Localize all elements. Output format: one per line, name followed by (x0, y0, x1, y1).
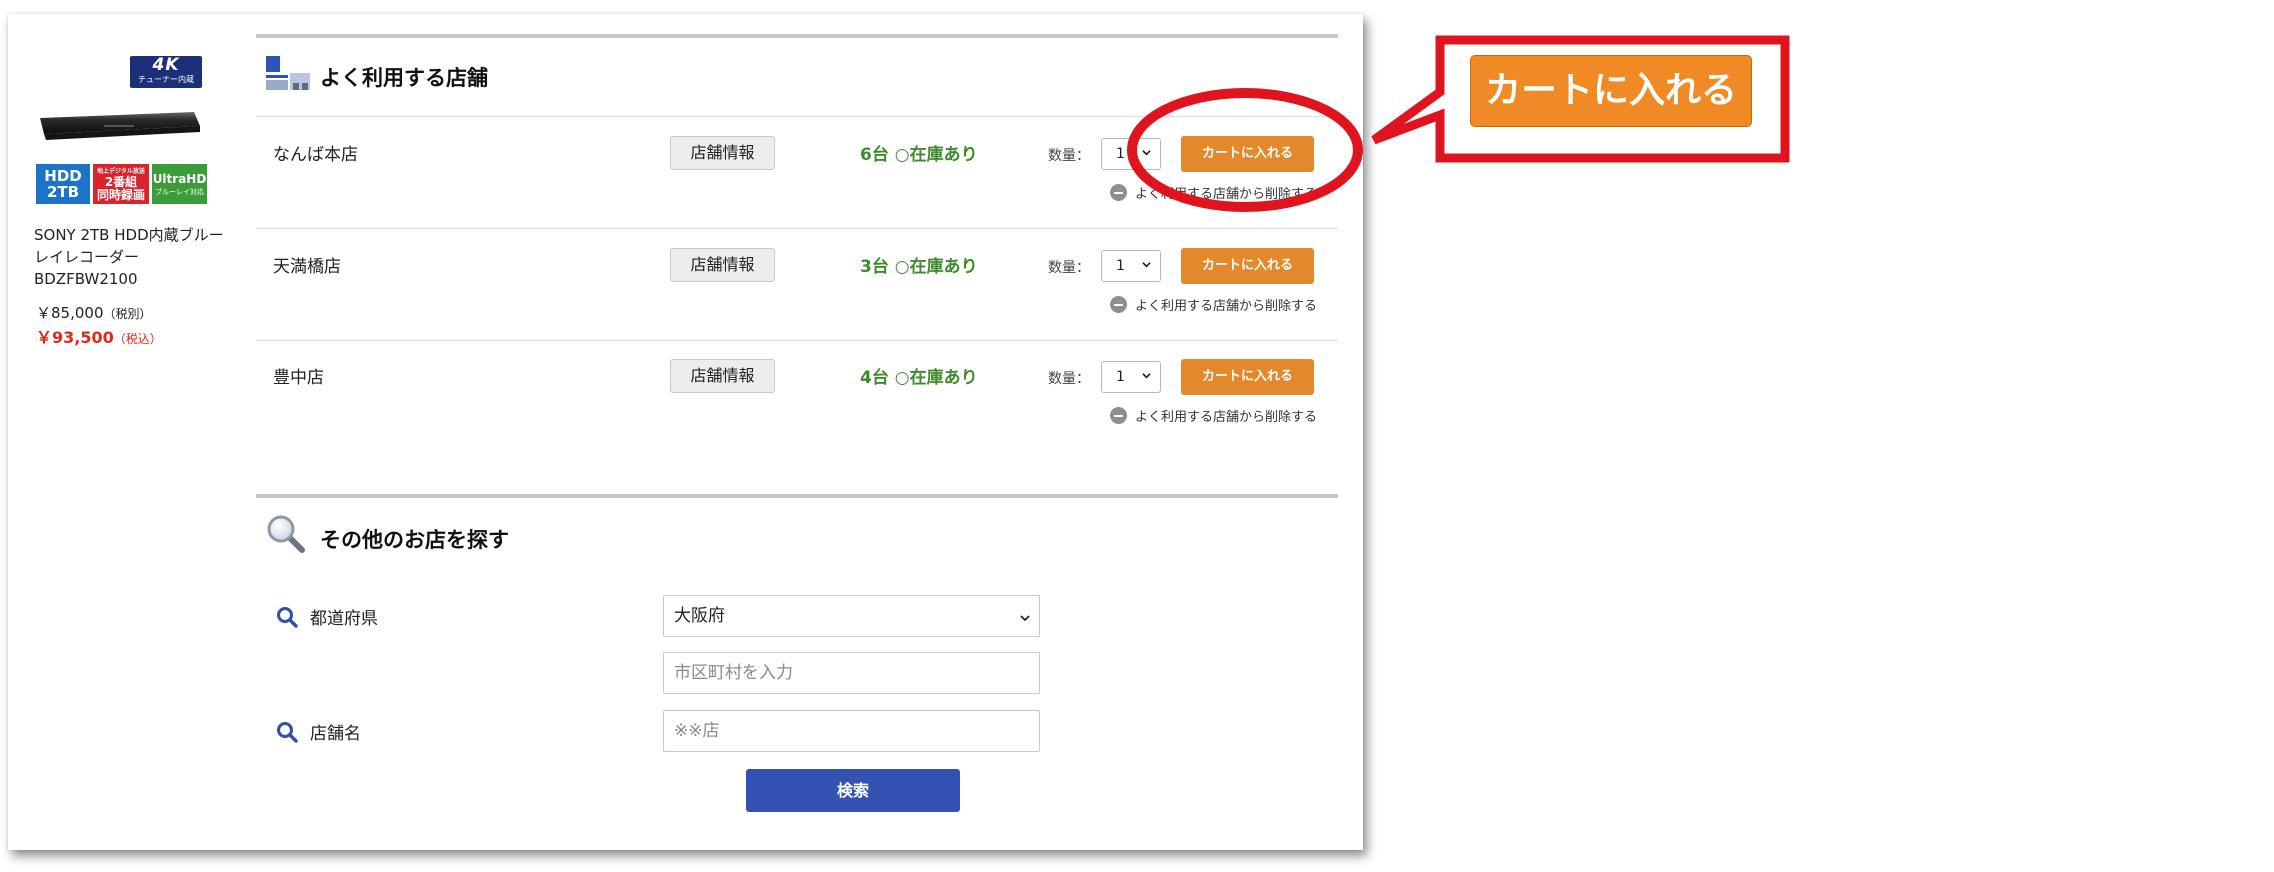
stock-status: 6台 ○在庫あり (860, 145, 978, 165)
store-name-namba: なんば本店 (273, 145, 358, 165)
favorite-stores-title: よく利用する店舗 (320, 66, 488, 90)
badge-ultrahd-bluray: UltraHD ブルーレイ対応 (152, 164, 207, 204)
search-icon (277, 606, 298, 628)
price-including-tax: ￥93,500（税込） (36, 328, 162, 347)
spec-badges: HDD 2TB 地上デジタル放送 2番組 同時録画 UltraHD ブルーレイ対… (36, 164, 210, 204)
remove-favorite-link[interactable]: よく利用する店舗から削除する (1110, 406, 1317, 425)
other-stores-title: その他のお店を探す (320, 528, 509, 552)
prefecture-label: 都道府県 (276, 604, 378, 629)
minus-circle-icon (1110, 184, 1127, 201)
product-name: SONY 2TB HDD内蔵ブルーレイレコーダー BDZFBW2100 (34, 226, 224, 288)
chevron-down-icon (1020, 615, 1030, 622)
add-to-cart-button[interactable]: カートに入れる (1181, 136, 1314, 172)
badge-hdd-2tb: HDD 2TB (36, 164, 90, 204)
badge-dual-recording: 地上デジタル放送 2番組 同時録画 (93, 164, 149, 204)
quantity-select[interactable]: 1 (1101, 361, 1161, 393)
row-divider (256, 116, 1338, 117)
magnifier-icon (267, 515, 305, 553)
chevron-down-icon (1142, 150, 1151, 156)
quantity-label: 数量： (1048, 148, 1090, 164)
minus-circle-icon (1110, 296, 1127, 313)
quantity-select[interactable]: 1 (1101, 138, 1161, 170)
store-name-toyonaka: 豊中店 (273, 368, 324, 388)
section-divider (256, 494, 1338, 498)
store-name-tenmabashi: 天満橋店 (273, 257, 341, 277)
badge-4k-tuner: 4K チューナー内蔵 (130, 56, 202, 88)
add-to-cart-button[interactable]: カートに入れる (1181, 359, 1314, 395)
section-divider (256, 34, 1338, 38)
remove-favorite-link[interactable]: よく利用する店舗から削除する (1110, 183, 1317, 202)
stock-status: 4台 ○在庫あり (860, 368, 978, 388)
quantity-label: 数量： (1048, 260, 1090, 276)
add-to-cart-button[interactable]: カートに入れる (1181, 248, 1314, 284)
search-button[interactable]: 検索 (746, 769, 960, 812)
city-input[interactable]: 市区町村を入力 (663, 652, 1040, 694)
stock-status: 3台 ○在庫あり (860, 257, 978, 277)
remove-favorite-link[interactable]: よく利用する店舗から削除する (1110, 295, 1317, 314)
recorder-product-image (40, 112, 200, 140)
store-info-button[interactable]: 店舗情報 (670, 359, 775, 393)
prefecture-select[interactable]: 大阪府 (663, 595, 1040, 637)
store-name-label: 店舗名 (276, 719, 361, 744)
row-divider (256, 228, 1338, 229)
callout-cart-button: カートに入れる (1470, 55, 1752, 127)
store-info-button[interactable]: 店舗情報 (670, 248, 775, 282)
price-excluding-tax: ￥85,000（税別） (36, 304, 152, 322)
store-info-button[interactable]: 店舗情報 (670, 136, 775, 170)
quantity-label: 数量： (1048, 371, 1090, 387)
store-icon (266, 56, 310, 92)
quantity-select[interactable]: 1 (1101, 250, 1161, 282)
chevron-down-icon (1142, 262, 1151, 268)
store-name-input[interactable]: ※※店 (663, 710, 1040, 752)
minus-circle-icon (1110, 407, 1127, 424)
search-icon (277, 721, 298, 743)
chevron-down-icon (1142, 373, 1151, 379)
store-stock-panel: 4K チューナー内蔵 HDD 2TB 地上デジタル放送 2番組 同時録画 Ult… (8, 14, 1363, 850)
row-divider (256, 340, 1338, 341)
